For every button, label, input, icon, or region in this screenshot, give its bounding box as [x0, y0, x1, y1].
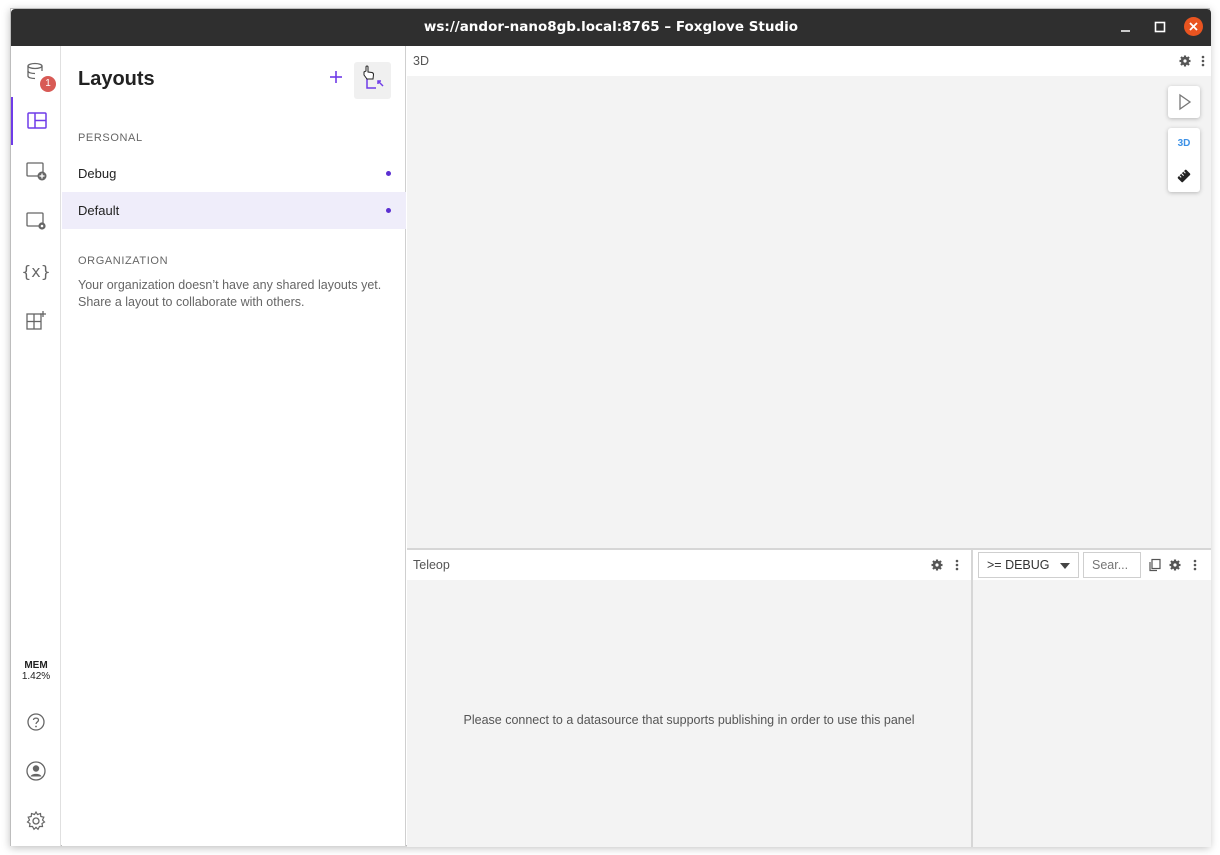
gear-icon — [931, 559, 943, 571]
gear-icon — [1179, 55, 1191, 67]
layout-item-name: Default — [78, 203, 120, 218]
sidebar-item-account[interactable] — [11, 747, 61, 795]
panel-3d-menu-button[interactable] — [1195, 53, 1211, 69]
extensions-icon — [26, 311, 46, 330]
account-icon — [26, 761, 46, 781]
title-bar: ws://andor-nano8gb.local:8765 – Foxglove… — [11, 9, 1211, 46]
panel-log-header: >= DEBUG — [973, 550, 1211, 580]
gear-icon — [1169, 559, 1181, 571]
sidebar-item-layouts[interactable] — [11, 97, 61, 145]
import-layout-icon — [363, 65, 384, 89]
close-icon — [1189, 22, 1198, 31]
more-vertical-icon — [955, 559, 959, 571]
log-level-select[interactable]: >= DEBUG — [978, 552, 1079, 578]
help-icon — [27, 713, 45, 731]
panel-3d[interactable]: 3D 3D — [407, 46, 1211, 549]
sidebar-item-extensions[interactable] — [11, 297, 61, 345]
organization-empty-message: Your organization doesn’t have any share… — [78, 278, 382, 309]
copy-icon — [1149, 558, 1161, 572]
chevron-down-icon — [1060, 563, 1070, 569]
close-button[interactable] — [1184, 17, 1203, 36]
panel-teleop-title: Teleop — [413, 558, 450, 572]
app-sidebar: 1 {x} MEM 1.42% — [11, 46, 61, 846]
sidebar-item-variables[interactable]: {x} — [11, 247, 61, 295]
panel-3d-settings-button[interactable] — [1177, 53, 1193, 69]
more-vertical-icon — [1193, 559, 1197, 571]
personal-section-label: PERSONAL — [78, 132, 143, 144]
ruler-icon — [1177, 169, 1191, 183]
panel-3d-header: 3D — [407, 46, 1211, 76]
layouts-sidebar: Layouts PERSONAL Debug Default ORGANIZAT… — [62, 46, 406, 846]
variables-icon: {x} — [21, 261, 51, 281]
panel-settings-icon — [26, 212, 46, 230]
log-search-input[interactable] — [1083, 552, 1141, 578]
panel-3d-title: 3D — [413, 54, 429, 68]
panel-log-settings-button[interactable] — [1167, 557, 1183, 573]
cursor-icon — [1179, 93, 1192, 111]
maximize-button[interactable] — [1151, 18, 1169, 36]
memory-indicator: MEM 1.42% — [11, 660, 61, 682]
select-tool-button[interactable] — [1168, 86, 1200, 118]
notification-badge: 1 — [40, 76, 56, 92]
sidebar-item-add-panel[interactable] — [11, 147, 61, 195]
app-window: ws://andor-nano8gb.local:8765 – Foxglove… — [10, 8, 1211, 847]
create-layout-button[interactable] — [327, 68, 345, 86]
plus-icon — [330, 71, 342, 83]
layout-item-debug[interactable]: Debug — [62, 155, 406, 192]
unsaved-changes-indicator — [386, 171, 391, 176]
layouts-icon — [27, 112, 47, 129]
window-title: ws://andor-nano8gb.local:8765 – Foxglove… — [423, 19, 799, 35]
teleop-empty-message: Please connect to a datasource that supp… — [463, 713, 915, 727]
layouts-title: Layouts — [78, 68, 155, 90]
import-layout-button[interactable] — [354, 62, 391, 99]
add-panel-icon — [26, 162, 47, 181]
panel-teleop[interactable]: Teleop Please connect to a datasource th… — [407, 550, 971, 847]
sidebar-item-settings[interactable] — [11, 797, 61, 845]
sidebar-item-panel-settings[interactable] — [11, 197, 61, 245]
layout-item-name: Debug — [78, 166, 117, 181]
minimize-icon — [1121, 30, 1130, 32]
sidebar-item-data-source[interactable]: 1 — [11, 48, 61, 96]
measure-tool-button[interactable] — [1168, 160, 1200, 192]
panel-log-menu-button[interactable] — [1187, 557, 1203, 573]
memory-label: MEM — [24, 660, 48, 671]
settings-icon — [26, 810, 46, 831]
minimize-button[interactable] — [1117, 18, 1135, 36]
copy-logs-button[interactable] — [1147, 557, 1163, 573]
log-level-value: >= DEBUG — [987, 558, 1050, 572]
layout-item-default[interactable]: Default — [62, 192, 406, 229]
organization-section-label: ORGANIZATION — [78, 255, 169, 267]
memory-value: 1.42% — [21, 671, 51, 682]
panel-teleop-menu-button[interactable] — [949, 557, 965, 573]
more-vertical-icon — [1201, 55, 1205, 67]
view-tools-group: 3D — [1168, 128, 1200, 192]
unsaved-changes-indicator — [386, 208, 391, 213]
panel-teleop-header: Teleop — [407, 550, 971, 580]
toggle-3d-button[interactable]: 3D — [1168, 128, 1200, 160]
sidebar-item-help[interactable] — [11, 698, 61, 746]
panel-log[interactable]: >= DEBUG — [973, 550, 1211, 847]
panel-teleop-settings-button[interactable] — [929, 557, 945, 573]
maximize-icon — [1154, 21, 1166, 33]
